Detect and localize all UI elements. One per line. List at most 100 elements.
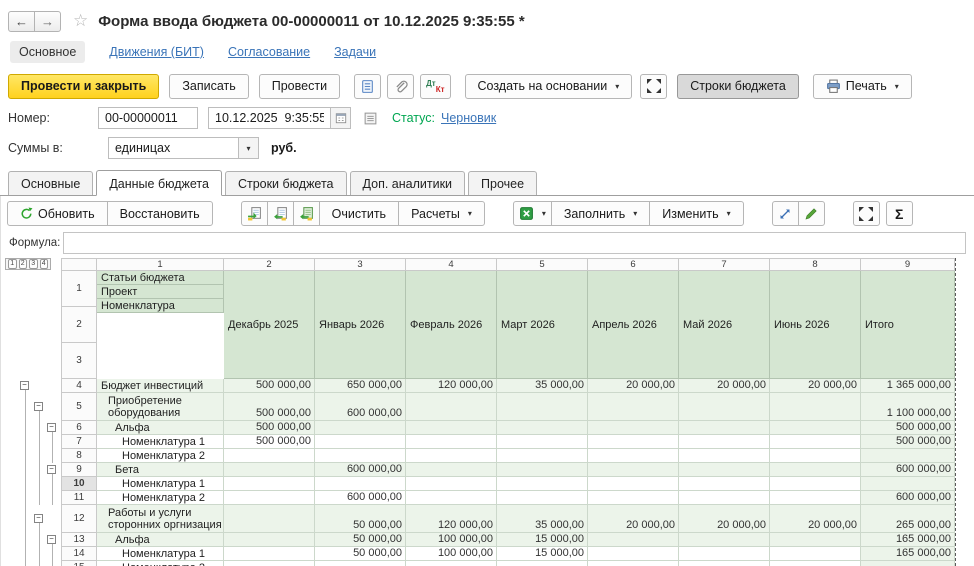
grid-cell[interactable]	[861, 561, 955, 566]
grid-cell[interactable]: 50 000,00	[315, 547, 406, 561]
grid-cell[interactable]	[315, 561, 406, 566]
grid-cell[interactable]	[588, 393, 679, 421]
grid-cell[interactable]: 100 000,00	[406, 533, 497, 547]
grid-cell[interactable]	[497, 393, 588, 421]
month-header[interactable]: Март 2026	[497, 271, 588, 379]
group-level-button-3[interactable]: 3	[29, 259, 38, 269]
grid-cell[interactable]: 600 000,00	[315, 491, 406, 505]
grid-cell[interactable]: 165 000,00	[861, 533, 955, 547]
column-header-2[interactable]: 2	[224, 258, 315, 271]
change-button[interactable]: Изменить▾	[649, 201, 743, 226]
tab-2[interactable]: Строки бюджета	[225, 171, 347, 195]
grid-cell[interactable]: Альфа	[97, 421, 224, 435]
grid-cell[interactable]	[588, 491, 679, 505]
print-button[interactable]: Печать▾	[813, 74, 912, 99]
grid-cell[interactable]: Номенклатура 1	[97, 477, 224, 491]
row-number-13[interactable]: 13	[61, 533, 97, 547]
load-from-file-button[interactable]	[241, 201, 268, 226]
row-number-14[interactable]: 14	[61, 547, 97, 561]
grid-cell[interactable]: 500 000,00	[861, 435, 955, 449]
tab-1[interactable]: Данные бюджета	[96, 170, 222, 196]
collapse-icon[interactable]: −	[47, 423, 56, 432]
grid-cell[interactable]: Проект	[97, 285, 224, 299]
nav-item-3[interactable]: Задачи	[334, 45, 376, 59]
grid-cell[interactable]: 500 000,00	[224, 435, 315, 449]
grid-cell[interactable]: 20 000,00	[770, 379, 861, 393]
grid-cell[interactable]: 500 000,00	[861, 421, 955, 435]
column-header-8[interactable]: 8	[770, 258, 861, 271]
grid-cell[interactable]	[497, 463, 588, 477]
grid-cell[interactable]: 600 000,00	[315, 393, 406, 421]
month-header[interactable]: Февраль 2026	[406, 271, 497, 379]
exchange-button[interactable]	[772, 201, 799, 226]
favorite-star-icon[interactable]: ☆	[73, 11, 88, 31]
grid-cell[interactable]: 120 000,00	[406, 379, 497, 393]
grid-cell[interactable]	[406, 393, 497, 421]
collapse-icon[interactable]: −	[47, 535, 56, 544]
grid-cell[interactable]	[224, 463, 315, 477]
grid-cell[interactable]	[406, 561, 497, 566]
grid-cell[interactable]	[497, 491, 588, 505]
row-number-10[interactable]: 10	[61, 477, 97, 491]
row-number-11[interactable]: 11	[61, 491, 97, 505]
grid-cell[interactable]	[224, 533, 315, 547]
grid-cell[interactable]	[497, 435, 588, 449]
column-header-1[interactable]: 1	[97, 258, 224, 271]
grid-cell[interactable]: 600 000,00	[861, 491, 955, 505]
grid-cell[interactable]: 50 000,00	[315, 505, 406, 533]
grid-cell[interactable]	[679, 477, 770, 491]
save-to-file-button[interactable]	[267, 201, 294, 226]
month-header[interactable]: Май 2026	[679, 271, 770, 379]
corner-header-cell[interactable]	[61, 258, 97, 271]
grid-cell[interactable]: Номенклатура 1	[97, 435, 224, 449]
month-header[interactable]: Декабрь 2025	[224, 271, 315, 379]
grid-cell[interactable]	[770, 421, 861, 435]
forward-button[interactable]: →	[34, 11, 61, 32]
grid-cell[interactable]	[770, 393, 861, 421]
grid-cell[interactable]	[406, 491, 497, 505]
grid-cell[interactable]	[588, 421, 679, 435]
sums-dropdown-button[interactable]: ▾	[238, 137, 259, 159]
grid-cell[interactable]	[315, 435, 406, 449]
row-number-4[interactable]: 4	[61, 379, 97, 393]
grid-cell[interactable]: 500 000,00	[224, 393, 315, 421]
grid-cell[interactable]	[770, 547, 861, 561]
grid-cell[interactable]: 20 000,00	[588, 505, 679, 533]
grid-cell[interactable]: 20 000,00	[588, 379, 679, 393]
row-number-15[interactable]: 15	[61, 561, 97, 566]
nav-item-2[interactable]: Согласование	[228, 45, 310, 59]
grid-cell[interactable]	[406, 477, 497, 491]
grid-cell[interactable]: 500 000,00	[224, 421, 315, 435]
write-button[interactable]: Записать	[169, 74, 248, 99]
grid-cell[interactable]	[497, 421, 588, 435]
grid-cell[interactable]: Работы и услуги сторонних оргнизация	[97, 505, 224, 533]
grid-cell[interactable]	[224, 449, 315, 463]
group-level-button-4[interactable]: 4	[40, 259, 49, 269]
grid-cell[interactable]	[588, 547, 679, 561]
row-number-1[interactable]: 1	[61, 271, 97, 307]
grid-cell[interactable]	[679, 463, 770, 477]
grid-cell[interactable]: Альфа	[97, 533, 224, 547]
tab-0[interactable]: Основные	[8, 171, 93, 195]
grid-cell[interactable]	[406, 463, 497, 477]
post-and-close-button[interactable]: Провести и закрыть	[8, 74, 159, 99]
create-based-on-button[interactable]: Создать на основании▾	[465, 74, 633, 99]
column-header-6[interactable]: 6	[588, 258, 679, 271]
load-template-button[interactable]	[293, 201, 320, 226]
tab-3[interactable]: Доп. аналитики	[350, 171, 466, 195]
grid-cell[interactable]	[588, 477, 679, 491]
grid-cell[interactable]	[315, 477, 406, 491]
grid-cell[interactable]	[588, 533, 679, 547]
column-header-4[interactable]: 4	[406, 258, 497, 271]
grid-cell[interactable]	[770, 449, 861, 463]
grid-cell[interactable]	[406, 449, 497, 463]
fullscreen-button[interactable]	[640, 74, 667, 99]
grid-cell[interactable]	[224, 561, 315, 566]
grid-cell[interactable]	[679, 561, 770, 566]
row-number-5[interactable]: 5	[61, 393, 97, 421]
sum-button[interactable]: Σ	[886, 201, 913, 226]
journal-button[interactable]	[354, 74, 381, 99]
grid-cell[interactable]	[497, 477, 588, 491]
grid-cell[interactable]	[497, 449, 588, 463]
back-button[interactable]: ←	[8, 11, 35, 32]
